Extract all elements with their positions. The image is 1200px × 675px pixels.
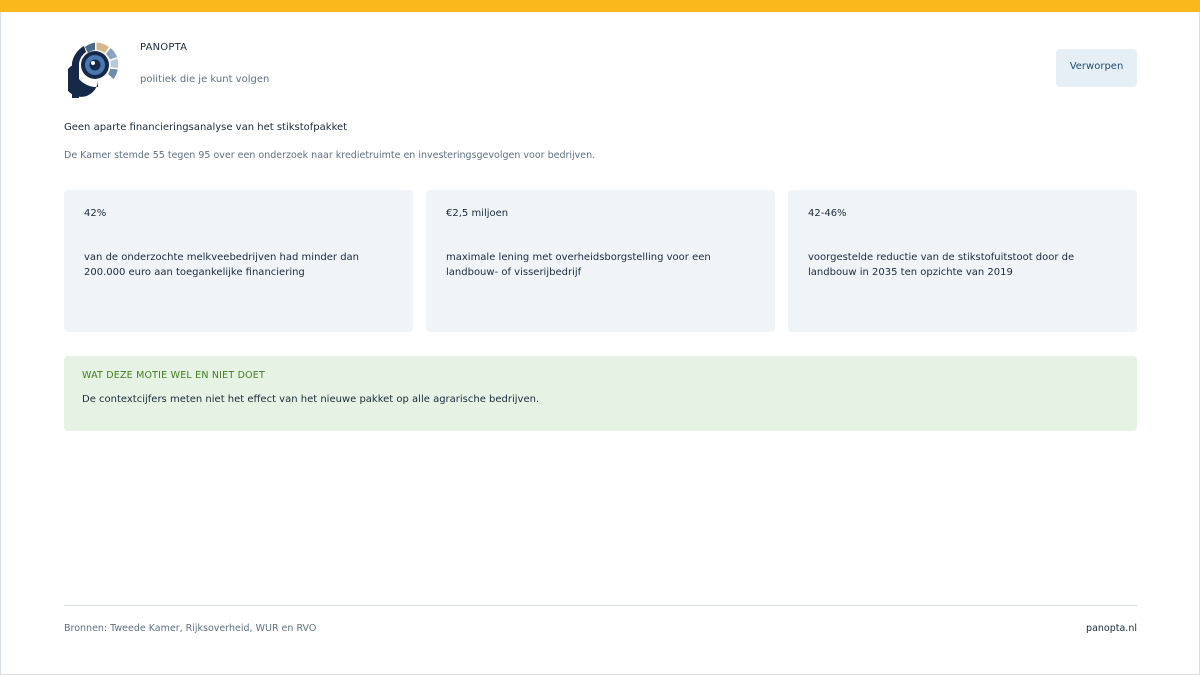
motion-summary: De Kamer stemde 55 tegen 95 over een ond…	[64, 150, 596, 161]
eye-p-logo-icon	[68, 42, 119, 98]
footer-sources: Bronnen: Tweede Kamer, Rijksoverheid, WU…	[64, 623, 317, 634]
stat-description: voorgestelde reductie van de stikstofuit…	[808, 252, 1075, 278]
status-badge-button[interactable]: Verworpen	[1056, 49, 1137, 87]
stat-value: €2,5 miljoen	[446, 208, 509, 219]
brand-tagline: politiek die je kunt volgen	[140, 74, 270, 85]
stat-value: 42%	[84, 208, 107, 219]
footer-site-link[interactable]: panopta.nl	[1086, 623, 1137, 634]
motion-title: Geen aparte financieringsanalyse van het…	[64, 122, 348, 133]
stat-card: €2,5 miljoen maximale lening met overhei…	[426, 190, 775, 332]
stat-card: 42% van de onderzochte melkveebedrijven …	[64, 190, 413, 332]
footer-divider	[64, 605, 1137, 606]
stat-description: van de onderzochte melkveebedrijven had …	[84, 252, 360, 278]
stat-description: maximale lening met overheidsborgstellin…	[446, 252, 711, 278]
page-frame	[0, 0, 1200, 675]
context-note: WAT DEZE MOTIE WEL EN NIET DOET De conte…	[64, 356, 1137, 431]
note-title: WAT DEZE MOTIE WEL EN NIET DOET	[82, 370, 265, 381]
brand-name: PANOPTA	[140, 42, 188, 53]
note-text: De contextcijfers meten niet het effect …	[82, 394, 540, 405]
accent-top-bar	[0, 0, 1200, 12]
stat-value: 42-46%	[808, 208, 847, 219]
stat-card: 42-46% voorgestelde reductie van de stik…	[788, 190, 1137, 332]
